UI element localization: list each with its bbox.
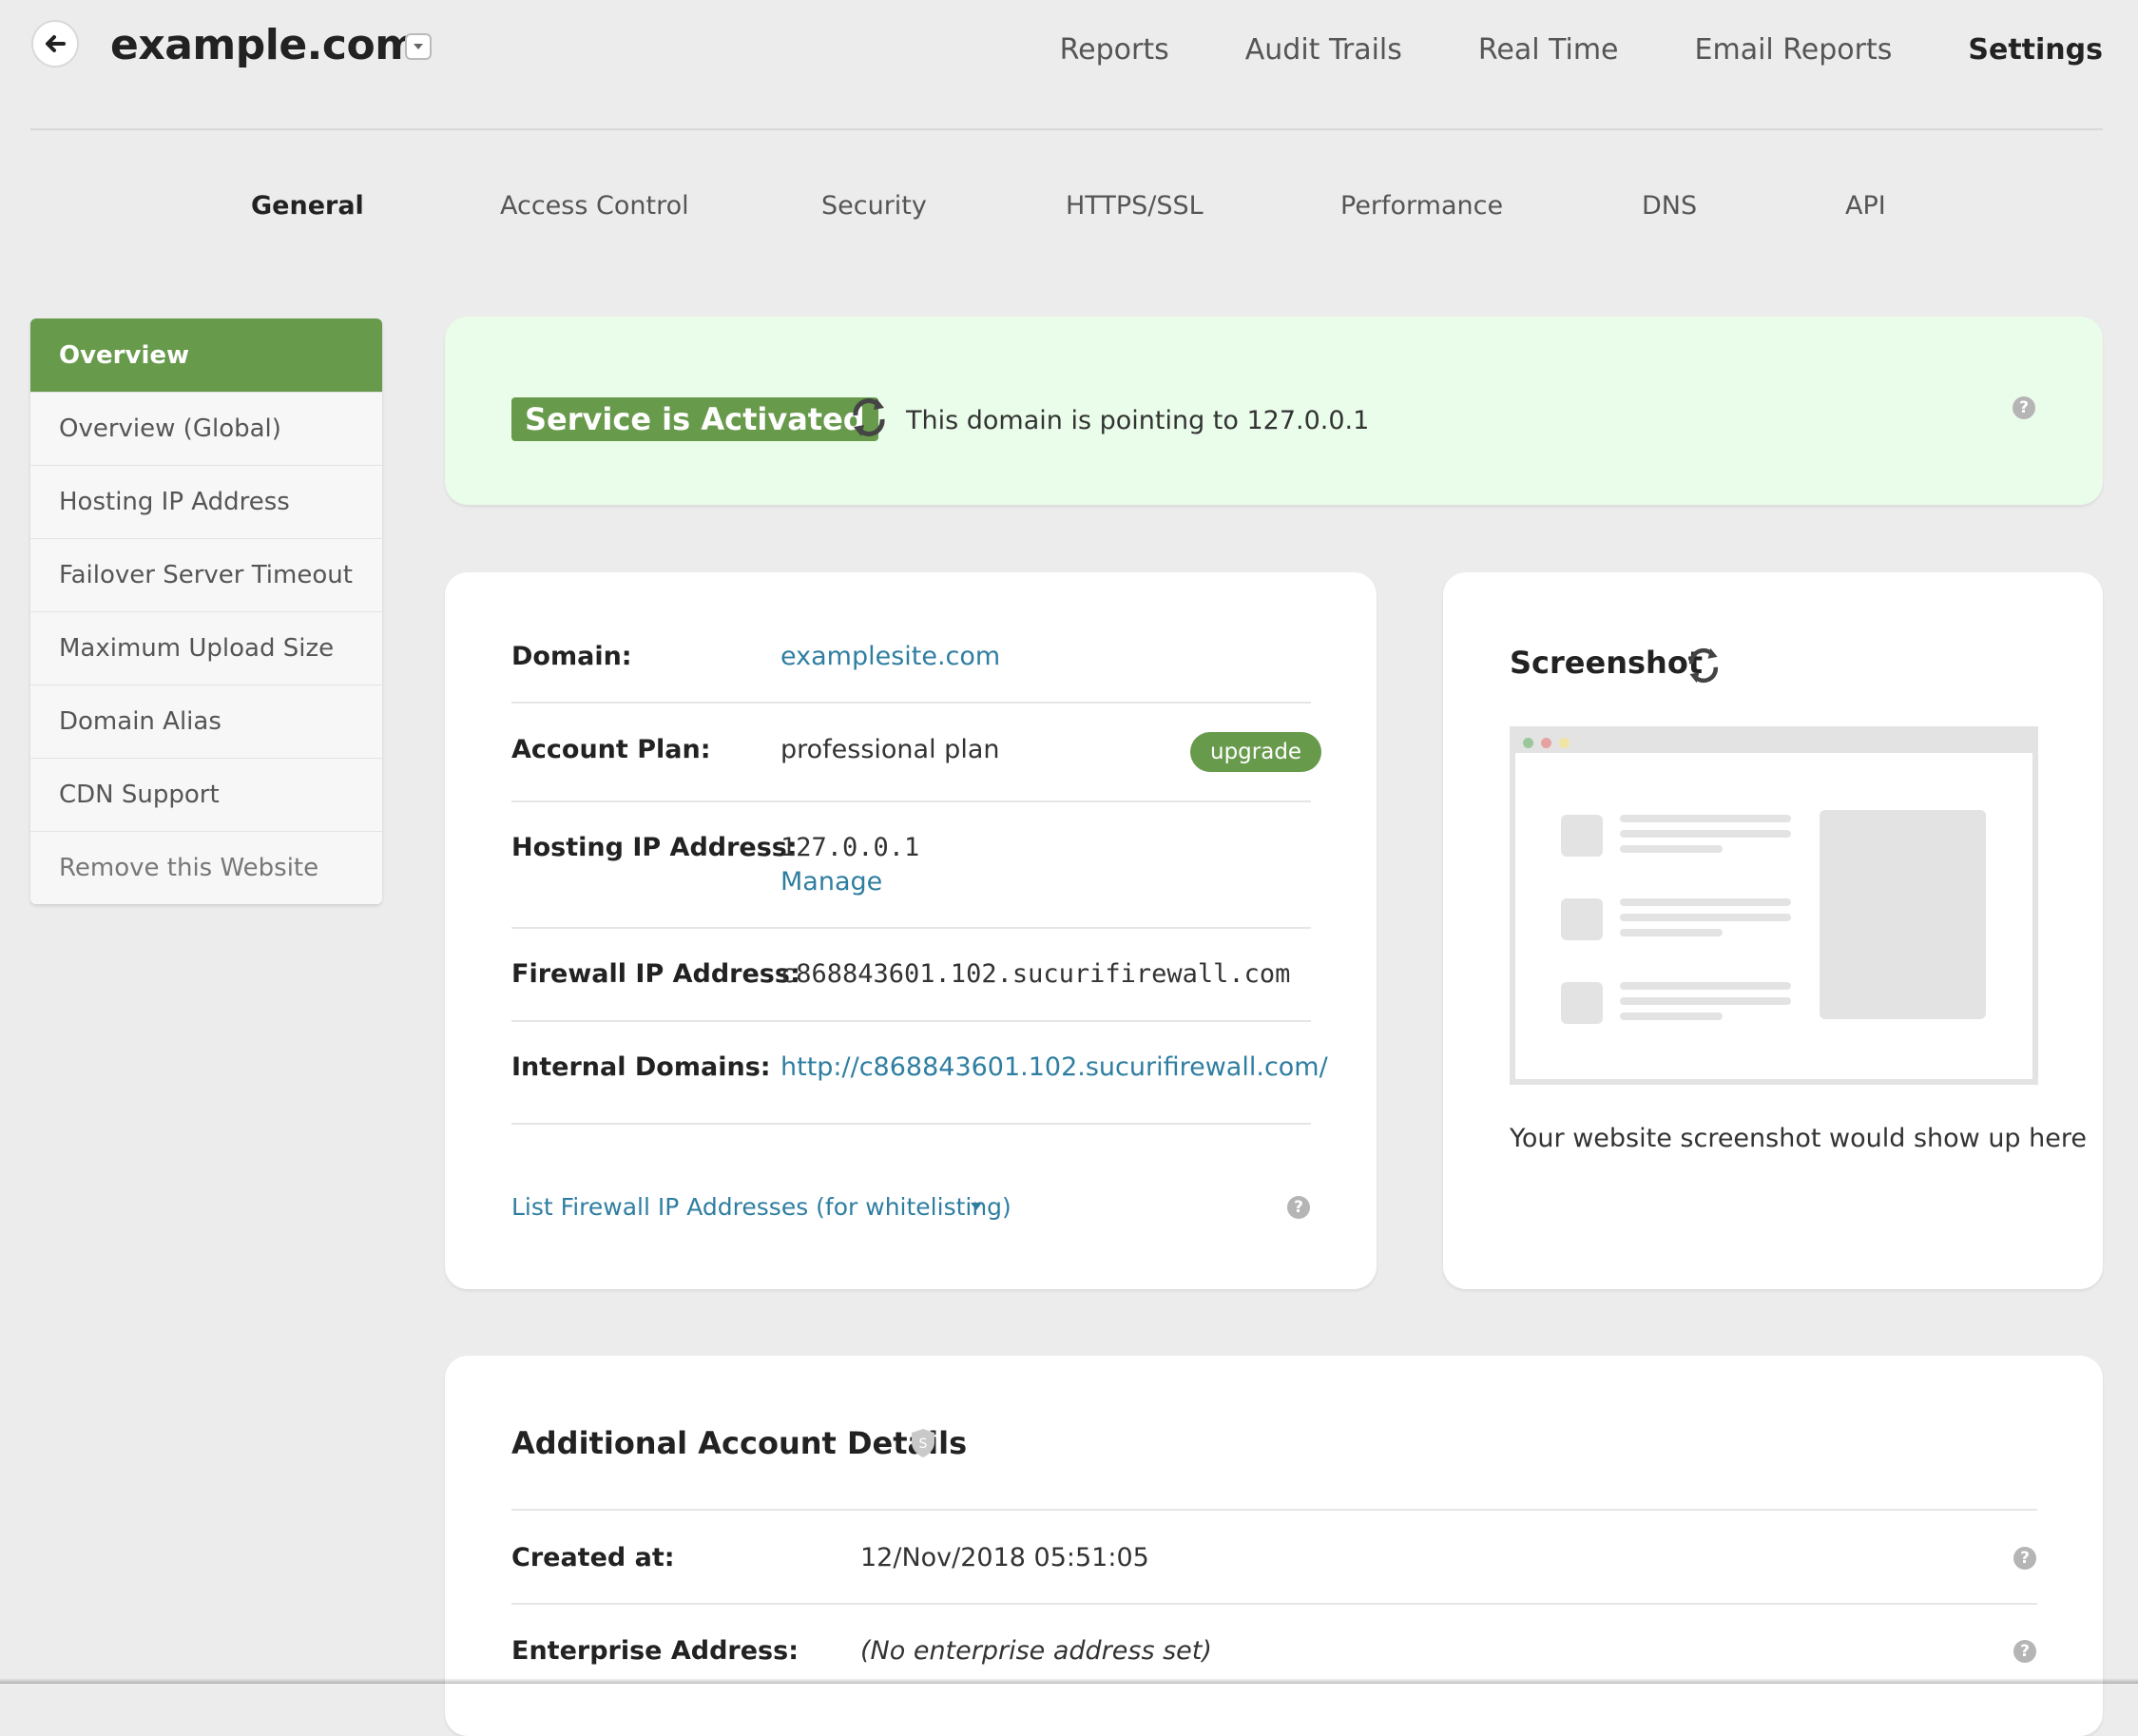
tab-api[interactable]: API [1845,187,1886,225]
row-divider [511,1123,1311,1125]
nav-audit-trails[interactable]: Audit Trails [1245,29,1402,72]
sidebar-item-max-upload[interactable]: Maximum Upload Size [30,611,382,685]
tab-dns[interactable]: DNS [1642,187,1697,225]
row-divider [511,1020,1311,1022]
enterprise-address-value: (No enterprise address set) [860,1636,1212,1666]
screenshot-caption: Your website screenshot would show up he… [1510,1124,2087,1153]
created-at-label: Created at: [511,1543,675,1572]
refresh-icon[interactable] [848,395,890,440]
tab-https-ssl[interactable]: HTTPS/SSL [1066,187,1204,225]
sidebar-item-hosting-ip[interactable]: Hosting IP Address [30,465,382,538]
sidebar-item-overview[interactable]: Overview [30,318,382,392]
internal-domains-label: Internal Domains: [511,1052,771,1082]
tab-general[interactable]: General [251,187,364,225]
nav-reports[interactable]: Reports [1060,29,1169,72]
pointing-text: This domain is pointing to 127.0.0.1 [906,406,1370,435]
sidebar-item-domain-alias[interactable]: Domain Alias [30,685,382,758]
shield-icon: S [912,1429,934,1457]
row-divider [511,1603,2037,1605]
activation-banner: Service is Activated This domain is poin… [445,317,2103,505]
firewall-ip-value: c868843601.102.sucurifirewall.com [780,959,1291,989]
domain-link[interactable]: examplesite.com [780,638,1000,676]
additional-details-title: Additional Account Details [511,1425,968,1461]
scroll-shadow [0,1678,2138,1684]
screenshot-placeholder [1510,726,2038,1085]
header-divider [30,128,2103,130]
site-title: example.com [110,21,418,69]
back-arrow-icon [46,35,66,52]
account-plan-label: Account Plan: [511,735,711,764]
manage-link[interactable]: Manage [780,863,882,901]
help-icon[interactable]: ? [2013,396,2035,419]
upgrade-button[interactable]: upgrade [1190,732,1322,772]
hosting-ip-value: 127.0.0.1 [780,833,920,862]
row-divider [511,800,1311,802]
sidebar-item-remove-website[interactable]: Remove this Website [30,831,382,904]
top-nav: Reports Audit Trails Real Time Email Rep… [1060,29,2103,72]
nav-email-reports[interactable]: Email Reports [1695,29,1893,72]
help-icon[interactable]: ? [2013,1547,2036,1570]
domain-details-card [445,572,1377,1289]
row-divider [511,702,1311,704]
list-firewall-ips-link[interactable]: List Firewall IP Addresses (for whitelis… [511,1188,1011,1226]
tab-performance[interactable]: Performance [1340,187,1503,225]
tab-access-control[interactable]: Access Control [500,187,689,225]
settings-sidebar: Overview Overview (Global) Hosting IP Ad… [30,318,382,904]
tab-security[interactable]: Security [821,187,927,225]
help-icon[interactable]: ? [1287,1196,1310,1219]
site-dropdown-button[interactable] [405,33,432,60]
hosting-ip-label: Hosting IP Address: [511,833,798,862]
created-at-value: 12/Nov/2018 05:51:05 [860,1543,1149,1572]
sidebar-item-overview-global[interactable]: Overview (Global) [30,392,382,465]
enterprise-address-label: Enterprise Address: [511,1636,799,1666]
row-divider [511,1509,2037,1511]
chevron-down-icon [414,44,423,49]
sidebar-item-cdn-support[interactable]: CDN Support [30,758,382,831]
sidebar-item-failover-timeout[interactable]: Failover Server Timeout [30,538,382,611]
back-button[interactable] [31,20,79,68]
refresh-icon[interactable] [1685,645,1723,686]
screenshot-title: Screenshot [1510,645,1704,681]
internal-domains-link[interactable]: http://c868843601.102.sucurifirewall.com… [780,1049,1328,1087]
domain-label: Domain: [511,642,632,671]
caret-down-icon [971,1203,982,1210]
nav-settings[interactable]: Settings [1968,29,2103,72]
account-plan-value: professional plan [780,735,1000,764]
status-badge: Service is Activated [511,397,878,441]
svg-text:S: S [919,1437,928,1452]
row-divider [511,927,1311,929]
firewall-ip-label: Firewall IP Address: [511,959,800,989]
nav-real-time[interactable]: Real Time [1478,29,1619,72]
help-icon[interactable]: ? [2013,1640,2036,1663]
